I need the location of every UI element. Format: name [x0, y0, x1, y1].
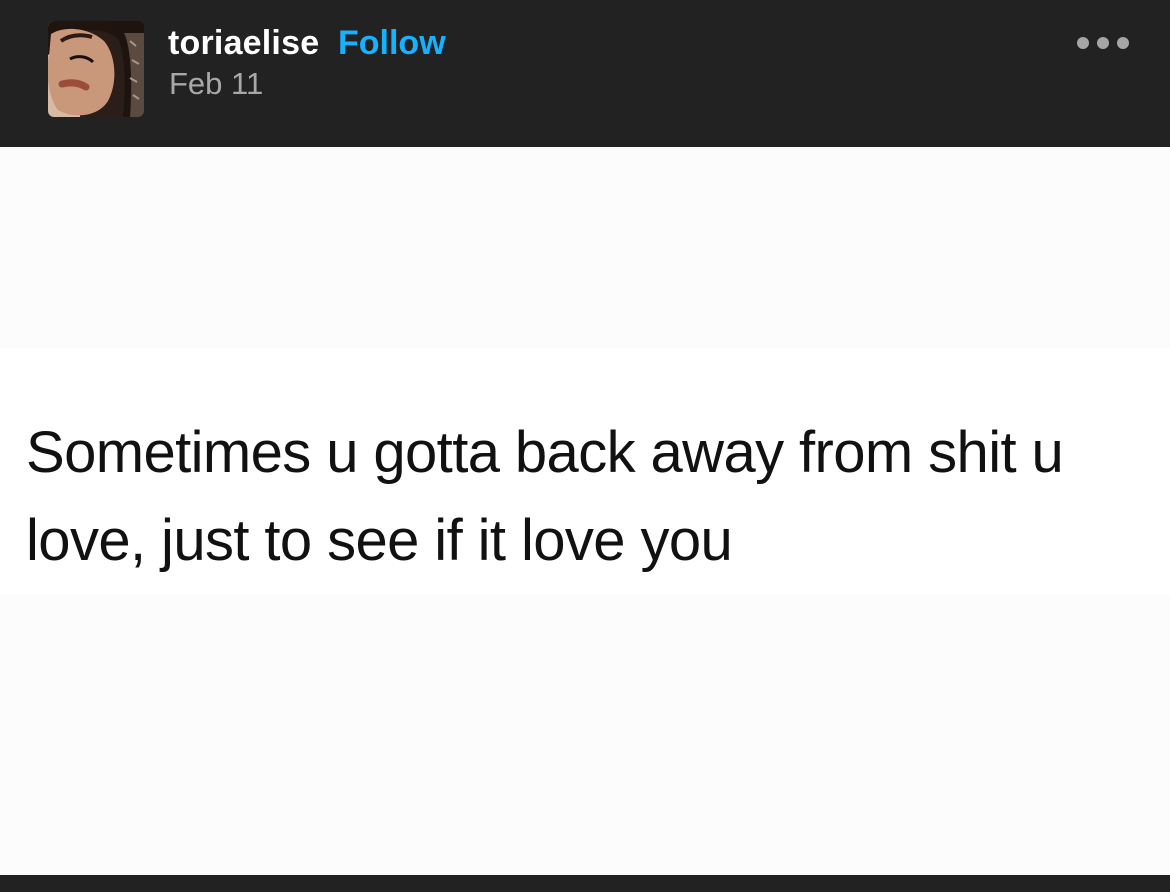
bottom-bar — [0, 875, 1170, 892]
post-date: Feb 11 — [169, 66, 264, 101]
author-avatar[interactable] — [48, 21, 144, 117]
quote-text: Sometimes u gotta back away from shit u … — [26, 420, 1064, 573]
follow-button[interactable]: Follow — [338, 23, 446, 63]
avatar-photo-icon — [48, 21, 144, 117]
post-header: toriaelise Follow Feb 11 — [0, 0, 1170, 147]
more-dots-icon — [1097, 37, 1109, 49]
more-dots-icon — [1077, 37, 1089, 49]
more-dots-icon — [1117, 37, 1129, 49]
post-content: Sometimes u gotta back away from shit u … — [0, 147, 1170, 875]
more-options-button[interactable] — [1070, 28, 1136, 58]
username[interactable]: toriaelise — [168, 23, 319, 63]
